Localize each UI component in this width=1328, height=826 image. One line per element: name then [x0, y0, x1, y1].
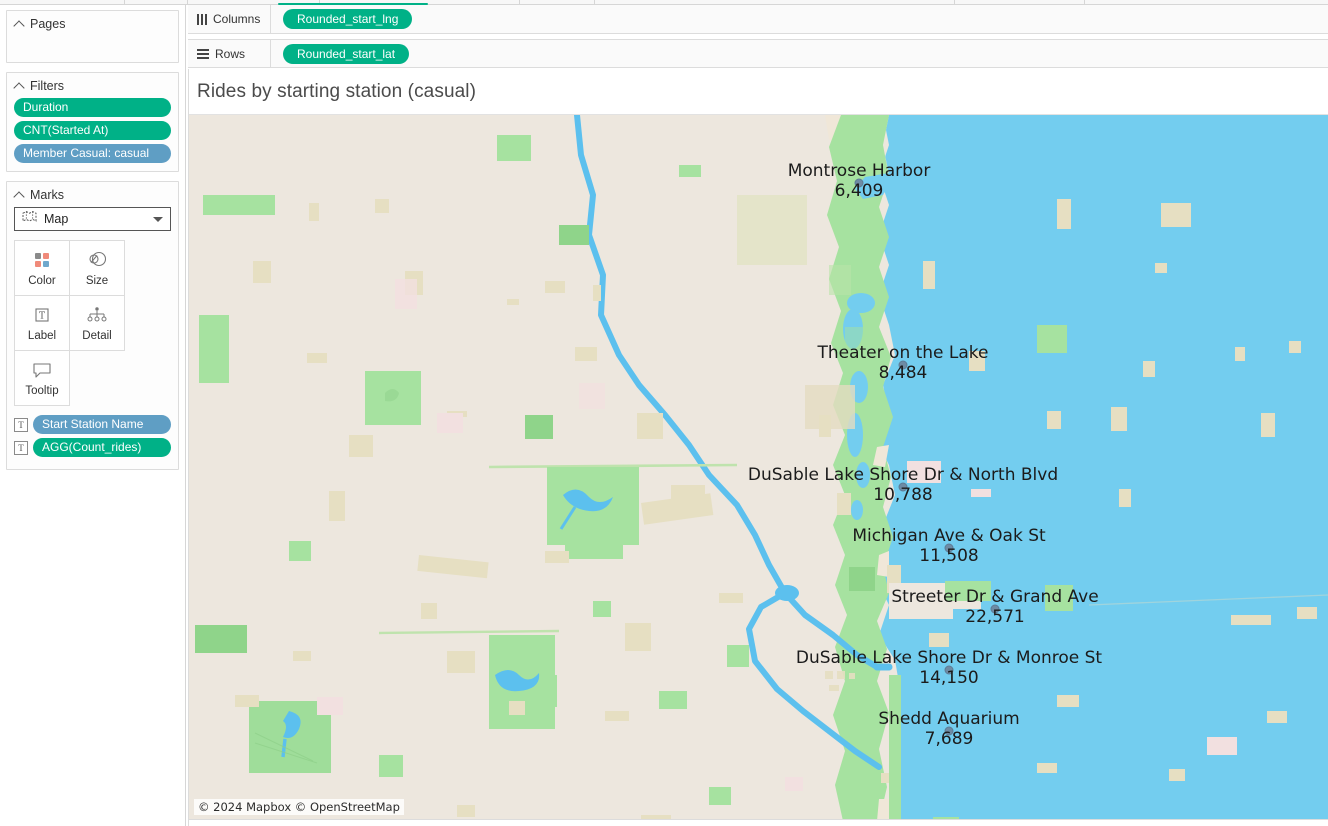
station-marker — [990, 604, 1000, 614]
chevron-down-icon[interactable] — [153, 217, 163, 222]
marks-color-label: Color — [28, 275, 56, 287]
marks-tooltip-label: Tooltip — [25, 385, 59, 397]
columns-shelf-label: Columns — [188, 5, 271, 33]
station-marker — [944, 665, 954, 675]
chevron-up-icon[interactable] — [15, 191, 24, 200]
page-title: Rides by starting station (casual) — [197, 80, 477, 102]
detail-icon — [86, 304, 108, 326]
rows-icon — [197, 48, 209, 59]
columns-pill-rounded-start-lng[interactable]: Rounded_start_lng — [283, 9, 413, 29]
marks-field-agg-count-rides[interactable]: T AGG(Count_rides) — [14, 438, 171, 457]
marks-label-button[interactable]: T Label — [14, 295, 70, 351]
view-pane: Rides by starting station (casual) Montr… — [188, 69, 1328, 826]
marks-detail-button[interactable]: Detail — [69, 295, 125, 351]
size-icon — [86, 249, 108, 271]
marks-tooltip-button[interactable]: Tooltip — [14, 350, 70, 406]
marks-field-start-station-name[interactable]: T Start Station Name — [14, 415, 171, 434]
chevron-up-icon[interactable] — [15, 82, 24, 91]
columns-icon — [197, 13, 207, 25]
columns-shelf[interactable]: Columns Rounded_start_lng — [188, 5, 1328, 34]
marks-size-button[interactable]: Size — [69, 240, 125, 296]
tableau-worksheet: Pages Filters Duration CNT(Started At) M… — [0, 0, 1328, 826]
map-attribution: © 2024 Mapbox © OpenStreetMap — [194, 799, 404, 815]
left-panel: Pages Filters Duration CNT(Started At) M… — [0, 5, 186, 826]
rows-shelf[interactable]: Rows Rounded_start_lat — [188, 39, 1328, 68]
filter-pill-duration[interactable]: Duration — [14, 98, 171, 117]
rows-label-text: Rows — [215, 46, 246, 61]
marks-card: Marks Map Color Size T Label Detail Tool… — [6, 181, 179, 470]
basemap-layer — [189, 115, 1328, 819]
filters-drop-zone[interactable]: Duration CNT(Started At) Member Casual: … — [7, 98, 178, 171]
marks-card-header[interactable]: Marks — [7, 182, 178, 207]
pages-title: Pages — [30, 17, 66, 31]
map-canvas[interactable]: Montrose Harbor 6,409 Theater on the Lak… — [189, 114, 1328, 820]
station-marker — [898, 482, 908, 492]
rows-pill-rounded-start-lat[interactable]: Rounded_start_lat — [283, 43, 410, 64]
label-badge-icon: T — [14, 417, 28, 432]
station-marker — [944, 726, 954, 736]
chevron-up-icon[interactable] — [15, 20, 24, 29]
columns-drop-zone[interactable]: Rounded_start_lng — [271, 5, 1328, 33]
svg-text:T: T — [39, 312, 45, 322]
filter-pill-member-casual[interactable]: Member Casual: casual — [14, 144, 171, 163]
mark-type-dropdown[interactable]: Map — [14, 207, 171, 231]
marks-size-label: Size — [85, 275, 109, 287]
pages-drop-zone[interactable] — [7, 36, 178, 62]
label-badge-icon: T — [14, 440, 28, 455]
color-icon — [32, 249, 52, 271]
station-marker — [898, 360, 908, 370]
filters-card: Filters Duration CNT(Started At) Member … — [6, 72, 179, 172]
mark-type-value: Map — [44, 212, 69, 226]
rows-drop-zone[interactable]: Rounded_start_lat — [271, 40, 1328, 67]
marks-buttons-grid: Color Size T Label Detail Tooltip — [14, 240, 171, 406]
marks-field-pill-label[interactable]: Start Station Name — [33, 415, 171, 434]
pages-card: Pages — [6, 10, 179, 63]
marks-color-button[interactable]: Color — [14, 240, 70, 296]
tooltip-icon — [31, 359, 53, 381]
pages-card-header[interactable]: Pages — [7, 11, 178, 36]
marks-detail-label: Detail — [82, 330, 112, 342]
marks-card-body: Map Color Size T Label Detail Tooltip T … — [7, 207, 178, 469]
marks-fields-list: T Start Station Name T AGG(Count_rides) — [14, 415, 171, 457]
columns-label-text: Columns — [213, 12, 261, 26]
map-icon — [22, 210, 37, 228]
label-icon: T — [32, 304, 52, 326]
station-marker — [944, 543, 954, 553]
filter-pill-cnt-started-at[interactable]: CNT(Started At) — [14, 121, 171, 140]
marks-label-label: Label — [27, 330, 57, 342]
filters-card-header[interactable]: Filters — [7, 73, 178, 98]
marks-title: Marks — [30, 188, 65, 202]
filters-title: Filters — [30, 79, 65, 93]
marks-field-pill-label[interactable]: AGG(Count_rides) — [33, 438, 171, 457]
station-marker — [854, 178, 864, 188]
rows-shelf-label: Rows — [188, 40, 271, 67]
